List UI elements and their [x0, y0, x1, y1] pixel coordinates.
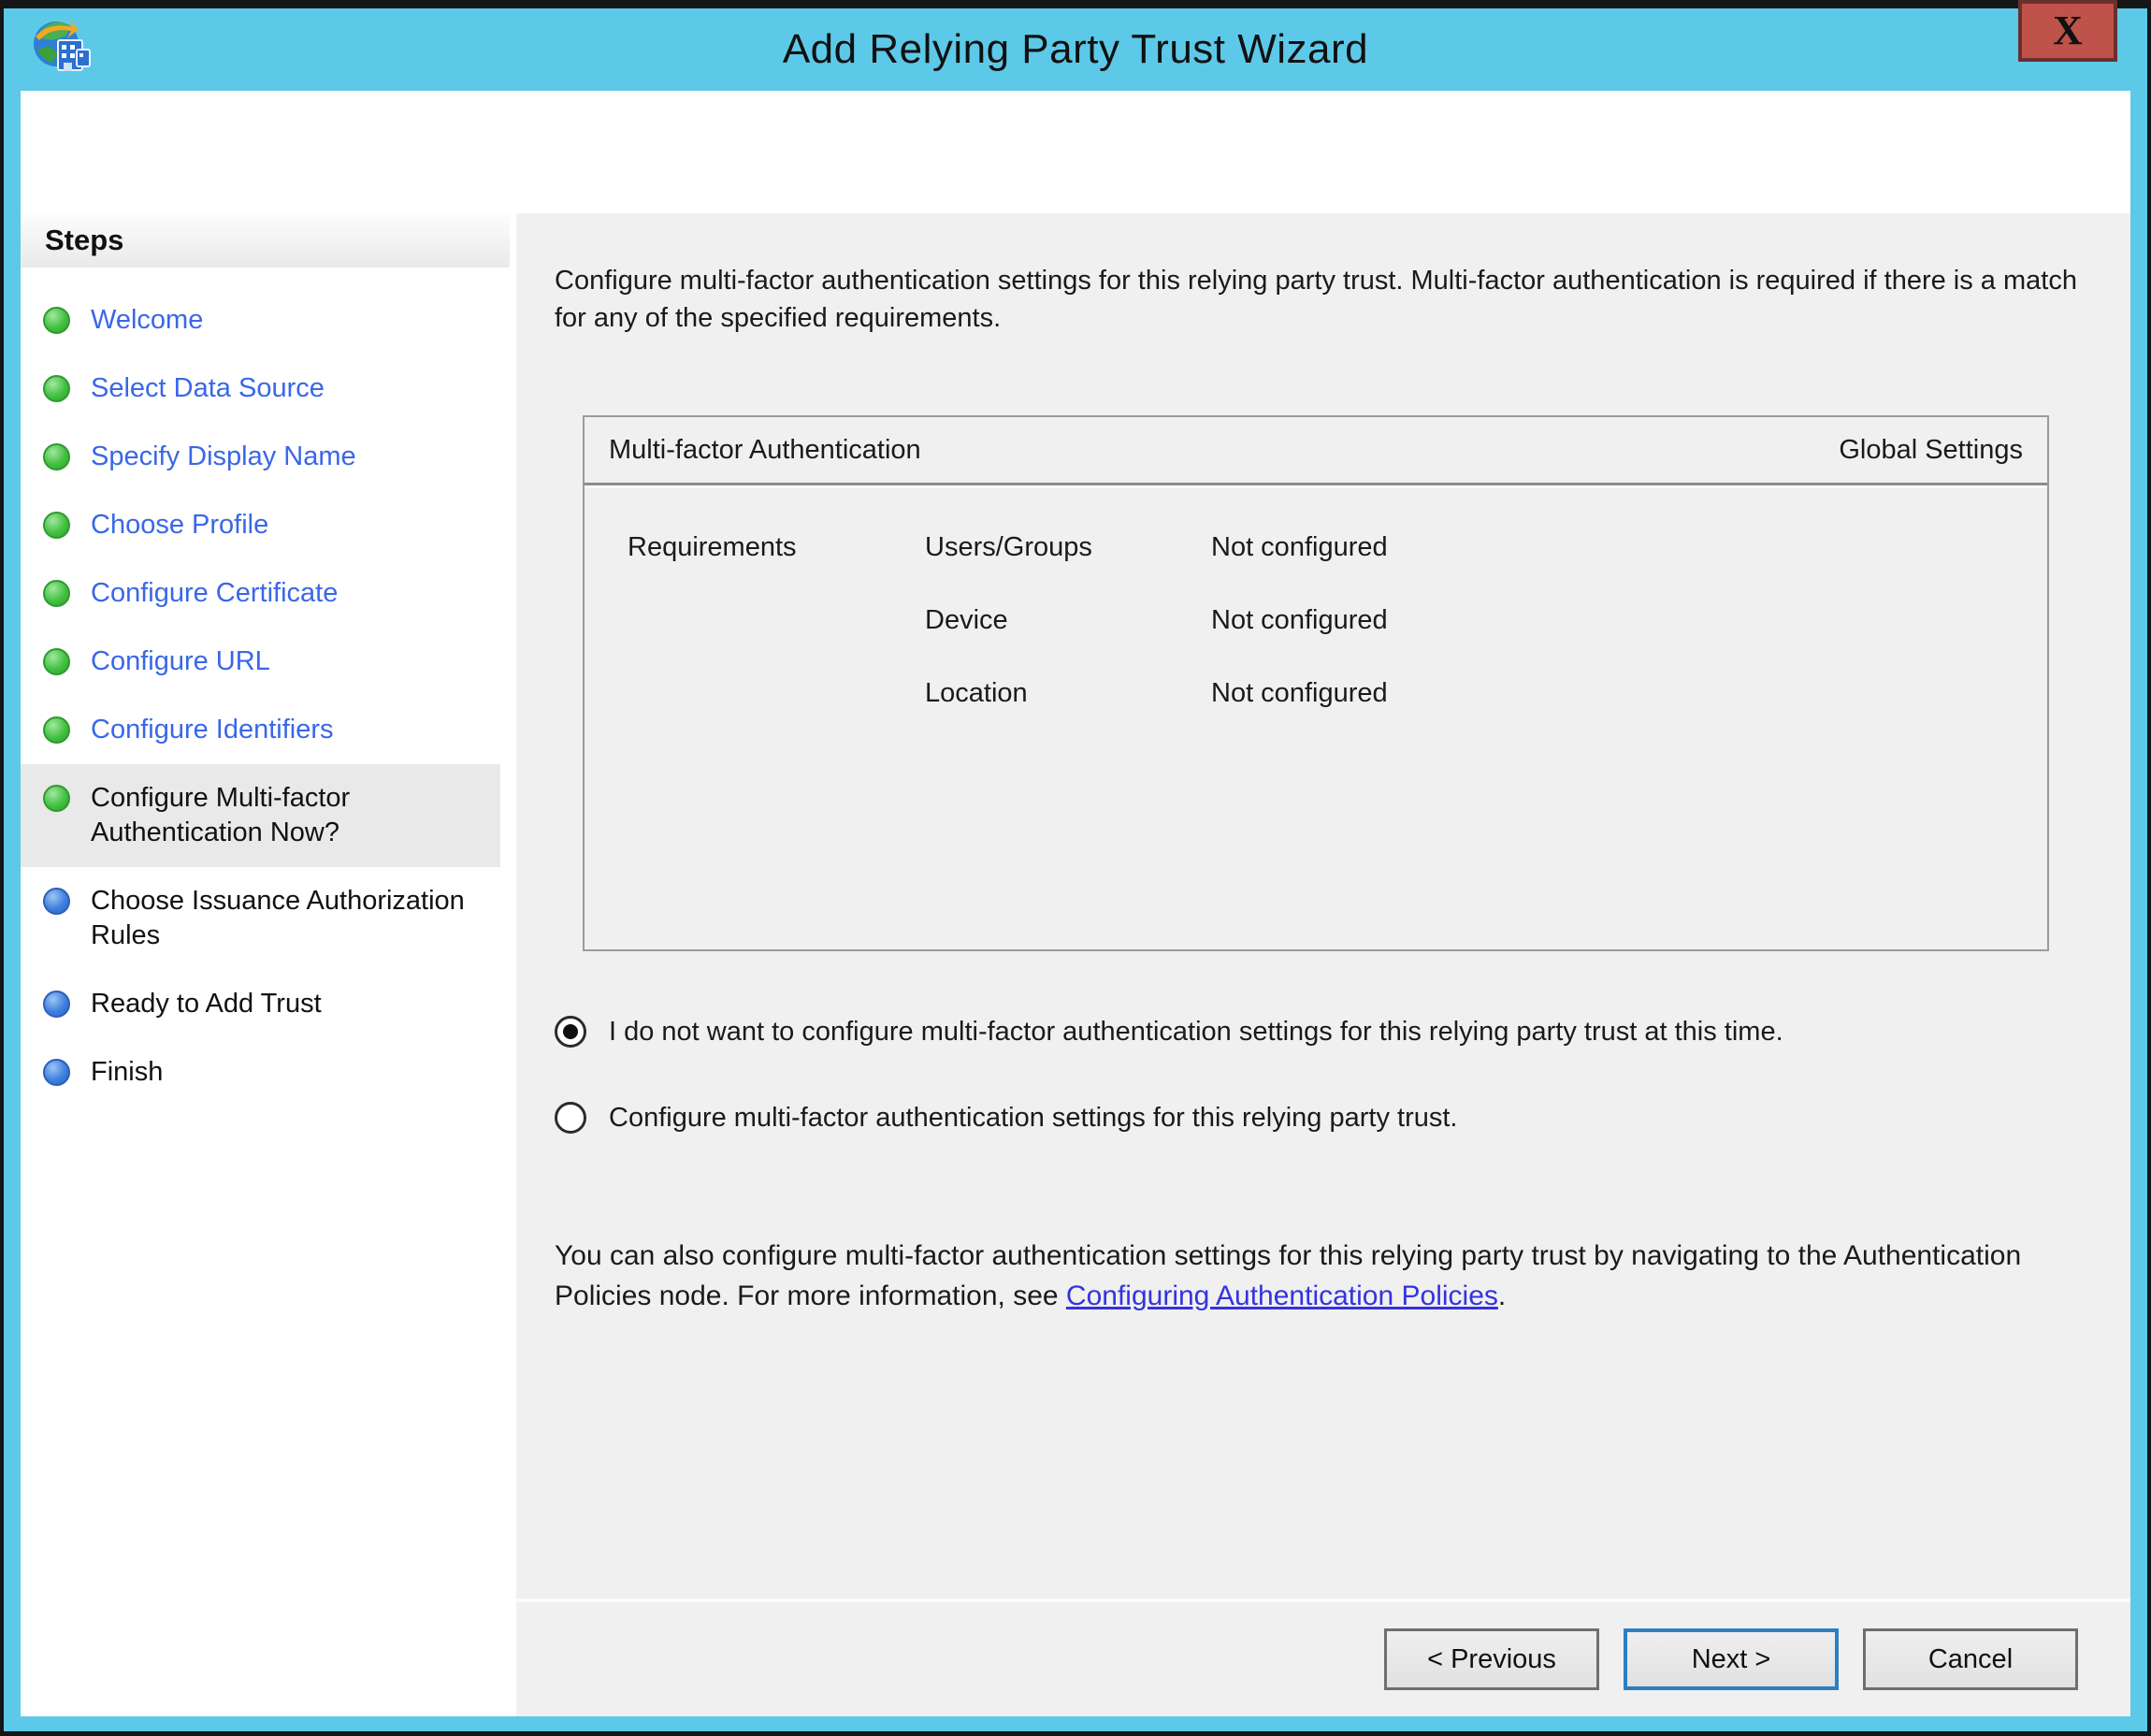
step-done-icon — [43, 512, 70, 539]
mfa-requirement-value: Not configured — [1211, 584, 2047, 657]
step-label: Choose Issuance Authorization Rules — [91, 884, 495, 953]
step-done-icon — [43, 580, 70, 607]
sidebar-item-finish: Finish — [21, 1038, 500, 1107]
next-button[interactable]: Next > — [1624, 1628, 1839, 1690]
configuring-authentication-policies-link[interactable]: Configuring Authentication Policies — [1066, 1280, 1498, 1311]
cancel-button[interactable]: Cancel — [1863, 1628, 2078, 1690]
radio-selected-icon[interactable] — [555, 1016, 586, 1048]
previous-button[interactable]: < Previous — [1384, 1628, 1599, 1690]
adfs-wizard-icon — [30, 18, 94, 81]
mfa-table-title: Multi-factor Authentication — [609, 435, 1839, 466]
step-done-icon — [43, 648, 70, 675]
step-done-icon — [43, 375, 70, 402]
sidebar-item-configure-certificate[interactable]: Configure Certificate — [21, 559, 500, 628]
sidebar-item-configure-multi-factor-authentication-now: Configure Multi-factor Authentication No… — [21, 764, 500, 867]
sidebar-item-welcome[interactable]: Welcome — [21, 286, 500, 354]
step-label: Configure URL — [91, 644, 270, 679]
sidebar-item-specify-display-name[interactable]: Specify Display Name — [21, 423, 500, 491]
steps-sidebar: Steps Welcome Select Data Source Specify D… — [21, 213, 510, 1716]
step-label: Finish — [91, 1055, 163, 1090]
step-done-icon — [43, 307, 70, 334]
step-label: Configure Multi-factor Authentication No… — [91, 781, 495, 850]
mfa-requirement-name: Location — [925, 657, 1211, 730]
step-current-icon — [43, 785, 70, 812]
mfa-row-label — [628, 657, 925, 730]
dialog-body: Steps Welcome Select Data Source Specify D… — [21, 213, 2130, 1716]
global-settings-label: Global Settings — [1839, 435, 2023, 466]
wizard-dialog: Steps Welcome Select Data Source Specify D… — [21, 91, 2130, 1716]
close-button[interactable]: X — [2018, 0, 2117, 62]
mfa-row-label — [628, 584, 925, 657]
sidebar-item-choose-profile[interactable]: Choose Profile — [21, 491, 500, 559]
mfa-table-body: RequirementsUsers/GroupsNot configuredDe… — [585, 488, 2047, 949]
step-label: Configure Certificate — [91, 576, 338, 611]
step-label: Configure Identifiers — [91, 713, 334, 747]
step-label: Specify Display Name — [91, 440, 356, 474]
radio-unselected-icon[interactable] — [555, 1102, 586, 1134]
mfa-settings-table: Multi-factor Authentication Global Setti… — [583, 415, 2049, 951]
note-text: You can also configure multi-factor auth… — [555, 1236, 2084, 1316]
dialog-header-band — [21, 91, 2130, 213]
wizard-window: Add Relying Party Trust Wizard X Steps W… — [4, 8, 2147, 1731]
radio-option-1[interactable]: I do not want to configure multi-factor … — [555, 1011, 2084, 1052]
step-pending-icon — [43, 991, 70, 1018]
step-pending-icon — [43, 1059, 70, 1086]
mfa-requirement-value: Not configured — [1211, 657, 2047, 730]
step-pending-icon — [43, 888, 70, 915]
step-label: Select Data Source — [91, 371, 325, 406]
mfa-requirement-name: Device — [925, 584, 1211, 657]
radio-option-2[interactable]: Configure multi-factor authentication se… — [555, 1097, 2084, 1138]
sidebar-item-ready-to-add-trust: Ready to Add Trust — [21, 970, 500, 1038]
step-label: Ready to Add Trust — [91, 987, 322, 1021]
steps-list: Welcome Select Data Source Specify Display… — [21, 268, 510, 1107]
intro-text: Configure multi-factor authentication se… — [555, 262, 2084, 337]
note-after-link: . — [1498, 1280, 1506, 1311]
sidebar-divider — [510, 213, 516, 1716]
main-content: Configure multi-factor authentication se… — [516, 213, 2130, 1599]
step-done-icon — [43, 716, 70, 744]
titlebar: Add Relying Party Trust Wizard X — [21, 8, 2130, 91]
mfa-row-label: Requirements — [628, 511, 925, 584]
sidebar-item-configure-url[interactable]: Configure URL — [21, 628, 500, 696]
window-title: Add Relying Party Trust Wizard — [783, 26, 1368, 73]
radio-option-label: Configure multi-factor authentication se… — [609, 1103, 1457, 1134]
wizard-footer: < Previous Next > Cancel — [516, 1599, 2130, 1716]
steps-header: Steps — [21, 213, 510, 268]
sidebar-item-choose-issuance-authorization-rules: Choose Issuance Authorization Rules — [21, 867, 500, 970]
sidebar-item-select-data-source[interactable]: Select Data Source — [21, 354, 500, 423]
mfa-radio-group: I do not want to configure multi-factor … — [555, 1011, 2084, 1138]
sidebar-item-configure-identifiers[interactable]: Configure Identifiers — [21, 696, 500, 764]
step-label: Choose Profile — [91, 508, 268, 542]
mfa-requirement-name: Users/Groups — [925, 511, 1211, 584]
mfa-table-header: Multi-factor Authentication Global Setti… — [585, 417, 2047, 483]
mfa-requirement-value: Not configured — [1211, 511, 2047, 584]
radio-option-label: I do not want to configure multi-factor … — [609, 1017, 1783, 1048]
main-panel: Configure multi-factor authentication se… — [516, 213, 2130, 1716]
step-label: Welcome — [91, 303, 203, 338]
step-done-icon — [43, 443, 70, 470]
